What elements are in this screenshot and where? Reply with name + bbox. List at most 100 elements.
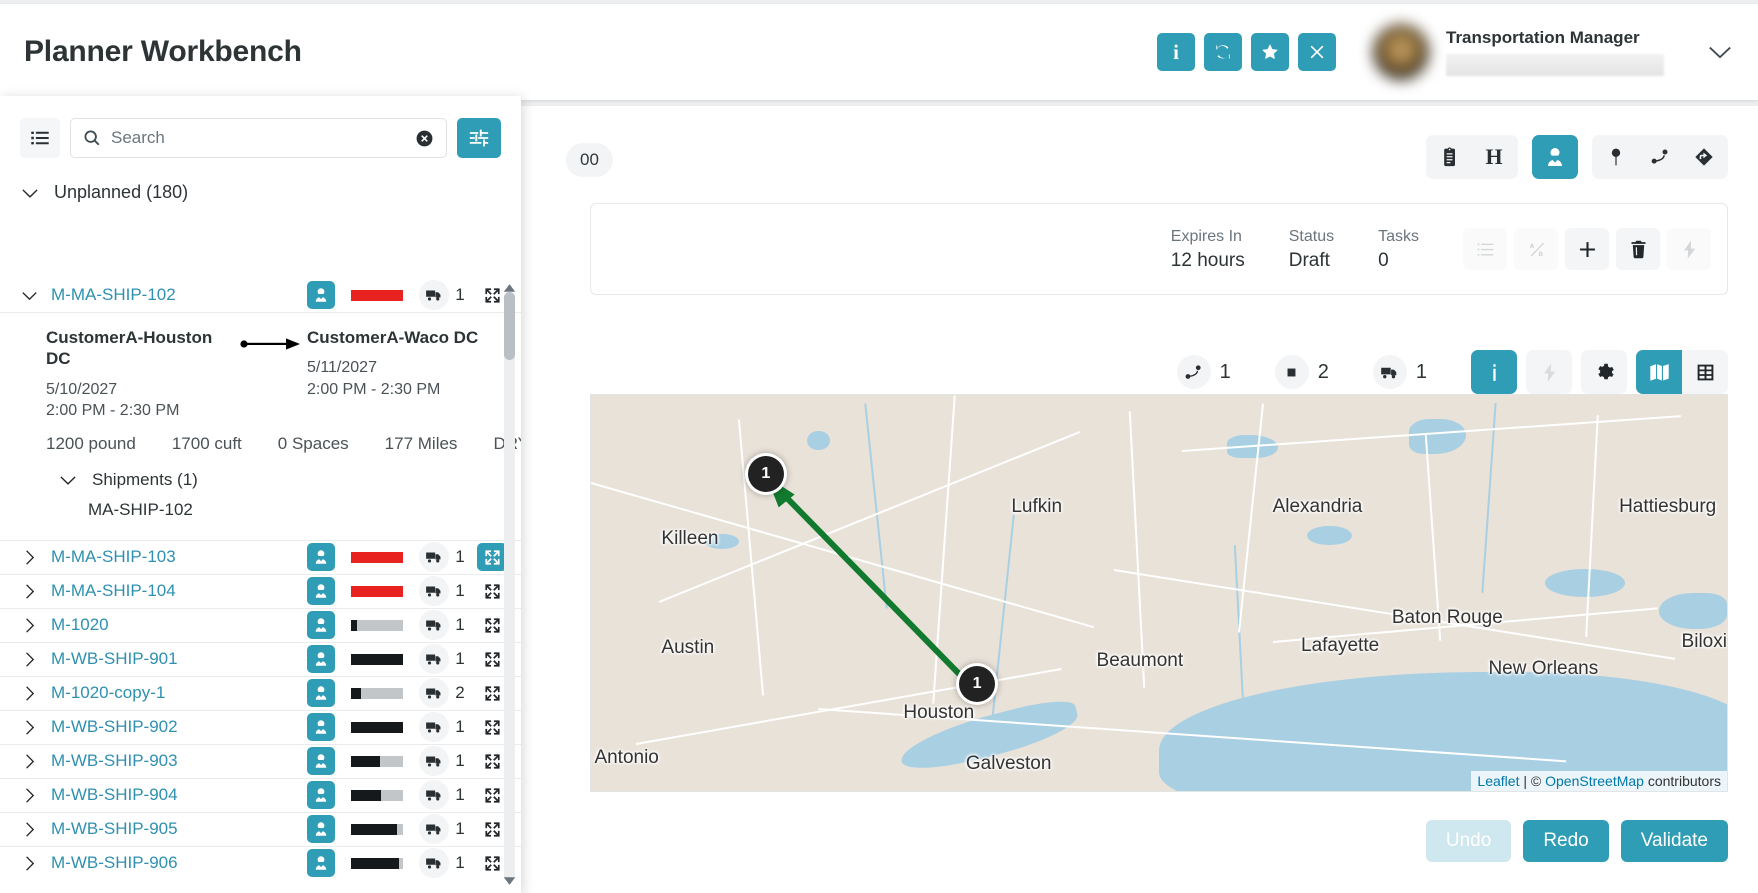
load-id-link[interactable]: M-1020 [44, 615, 307, 635]
stop-marker-1[interactable]: 1 [748, 456, 784, 492]
expand-row-button[interactable] [477, 577, 507, 605]
driver-icon-badge[interactable] [307, 577, 335, 605]
expand-row-button[interactable] [477, 849, 507, 877]
list-toggle-button[interactable] [20, 118, 60, 158]
expand-row-button[interactable] [477, 611, 507, 639]
search-input[interactable] [111, 128, 405, 148]
row-expand-toggle[interactable] [14, 584, 44, 599]
loads-scroll-area[interactable]: M-MA-SHIP-102 1 CustomerA-Houston DC [0, 278, 521, 893]
driver-icon-badge[interactable] [307, 747, 335, 775]
driver-icon-badge[interactable] [307, 281, 335, 309]
map-view-button[interactable] [1636, 350, 1682, 394]
load-id-link[interactable]: M-WB-SHIP-902 [44, 717, 307, 737]
driver-icon-badge[interactable] [307, 713, 335, 741]
driver-icon-badge[interactable] [307, 645, 335, 673]
row-expand-toggle[interactable] [14, 618, 44, 633]
scrollbar-track[interactable] [504, 292, 515, 882]
load-id-link[interactable]: M-MA-SHIP-103 [44, 547, 307, 567]
expand-row-button[interactable] [477, 679, 507, 707]
optimize-button[interactable] [1526, 350, 1572, 394]
table-row[interactable]: M-WB-SHIP-901 1 [0, 642, 521, 676]
table-row[interactable]: M-WB-SHIP-902 1 [0, 710, 521, 744]
openstreetmap-link[interactable]: OpenStreetMap [1545, 773, 1644, 789]
expand-row-button[interactable] [477, 781, 507, 809]
ab-compare-icon [1526, 239, 1547, 260]
refresh-button[interactable] [1204, 33, 1242, 71]
load-id-link[interactable]: M-WB-SHIP-901 [44, 649, 307, 669]
row-expand-toggle[interactable] [14, 686, 44, 701]
user-menu-chevron-down-button[interactable] [1698, 30, 1742, 74]
table-row[interactable]: M-MA-SHIP-104 1 [0, 574, 521, 608]
close-button[interactable] [1298, 33, 1336, 71]
load-id-link[interactable]: M-WB-SHIP-903 [44, 751, 307, 771]
load-id-link[interactable]: M-WB-SHIP-905 [44, 819, 307, 839]
load-id-link[interactable]: M-1020-copy-1 [44, 683, 307, 703]
route-button[interactable] [1639, 138, 1681, 176]
expand-row-button[interactable] [477, 815, 507, 843]
grid-view-button[interactable] [1682, 350, 1728, 394]
validate-button[interactable]: Validate [1621, 820, 1728, 862]
row-expand-toggle[interactable] [14, 822, 44, 837]
driver-icon-badge[interactable] [307, 781, 335, 809]
load-id-link[interactable]: M-MA-SHIP-102 [44, 285, 307, 305]
quick-action-button[interactable] [1667, 228, 1711, 270]
shipment-item[interactable]: MA-SHIP-102 [0, 490, 521, 530]
driver-icon-badge[interactable] [307, 543, 335, 571]
table-row[interactable]: M-1020-copy-1 2 [0, 676, 521, 710]
table-row[interactable]: M-1020 1 [0, 608, 521, 642]
driver-icon-badge[interactable] [307, 679, 335, 707]
delete-button[interactable] [1616, 228, 1660, 270]
row-expand-toggle[interactable] [14, 720, 44, 735]
filter-button[interactable] [457, 118, 501, 158]
expand-row-button[interactable] [477, 645, 507, 673]
table-row[interactable]: M-WB-SHIP-904 1 [0, 778, 521, 812]
table-row[interactable]: M-WB-SHIP-906 1 [0, 846, 521, 880]
expand-row-button[interactable] [477, 543, 507, 571]
info-icon-button[interactable]: i [1157, 33, 1195, 71]
search-box[interactable] [70, 118, 447, 158]
favorite-button[interactable] [1251, 33, 1289, 71]
row-expand-toggle[interactable] [14, 856, 44, 871]
row-expand-toggle[interactable] [14, 652, 44, 667]
scrollbar-thumb[interactable] [504, 292, 515, 360]
load-id-link[interactable]: M-WB-SHIP-906 [44, 853, 307, 873]
load-id-link[interactable]: M-MA-SHIP-104 [44, 581, 307, 601]
driver-button[interactable] [1532, 135, 1578, 179]
trash-icon [1628, 239, 1649, 260]
ab-compare-button[interactable] [1514, 228, 1558, 270]
truck-icon-badge [419, 746, 449, 776]
route-map[interactable]: Killeen Austin n Antonio Lufkin Beaumont… [590, 394, 1728, 792]
settings-button[interactable] [1581, 350, 1627, 394]
details-info-button[interactable] [1471, 350, 1517, 394]
add-button[interactable] [1565, 228, 1609, 270]
list-view-button[interactable] [1463, 228, 1507, 270]
expand-row-button[interactable] [477, 713, 507, 741]
load-id-link[interactable]: M-WB-SHIP-904 [44, 785, 307, 805]
driver-icon-badge[interactable] [307, 849, 335, 877]
row-collapse-toggle[interactable] [14, 288, 44, 303]
table-row[interactable]: M-MA-SHIP-103 1 [0, 540, 521, 574]
table-row[interactable]: M-MA-SHIP-102 1 [0, 278, 521, 312]
row-expand-toggle[interactable] [14, 788, 44, 803]
scroll-up-icon[interactable] [503, 282, 516, 295]
user-block[interactable]: Transportation Manager [1364, 15, 1664, 89]
pin-button[interactable] [1595, 138, 1637, 176]
table-row[interactable]: M-WB-SHIP-905 1 [0, 812, 521, 846]
shipments-group-header[interactable]: Shipments (1) [0, 454, 521, 490]
row-expand-toggle[interactable] [14, 550, 44, 565]
h-button[interactable]: H [1473, 138, 1515, 176]
group-header-unplanned[interactable]: Unplanned (180) [0, 172, 521, 215]
driver-icon-badge[interactable] [307, 815, 335, 843]
scroll-down-icon[interactable] [503, 874, 516, 887]
leaflet-link[interactable]: Leaflet [1477, 773, 1519, 789]
clear-search-icon[interactable] [415, 129, 434, 148]
clipboard-button[interactable] [1429, 138, 1471, 176]
directions-button[interactable] [1683, 138, 1725, 176]
row-expand-toggle[interactable] [14, 754, 44, 769]
expand-icon [484, 287, 501, 304]
driver-icon-badge[interactable] [307, 611, 335, 639]
redo-button[interactable]: Redo [1523, 820, 1608, 862]
table-row[interactable]: M-WB-SHIP-903 1 [0, 744, 521, 778]
undo-button[interactable]: Undo [1426, 820, 1511, 862]
expand-row-button[interactable] [477, 747, 507, 775]
